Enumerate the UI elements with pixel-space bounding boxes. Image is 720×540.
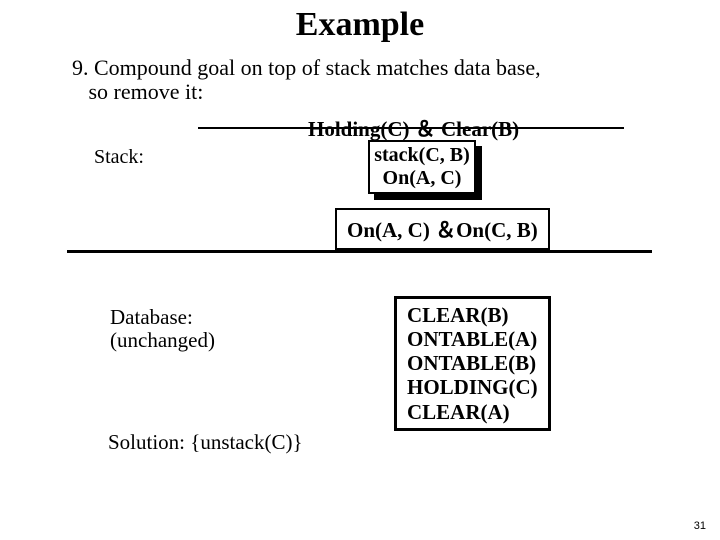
step-number: 9. (72, 55, 89, 80)
database-label: Database: (unchanged) (110, 306, 215, 352)
divider-line (67, 250, 652, 253)
slide: Example 9. Compound goal on top of stack… (0, 0, 720, 540)
stack-box-front: stack(C, B) On(A, C) (368, 140, 476, 194)
bottom-goal: On(A, C) ＆On(C, B) (335, 208, 550, 250)
stack-box-line2: On(A, C) (370, 167, 474, 190)
database-fact: CLEAR(B) (407, 303, 538, 327)
database-label-line2: (unchanged) (110, 328, 215, 352)
strike-line (198, 127, 624, 129)
page-number: 31 (694, 520, 706, 532)
database-label-line1: Database: (110, 305, 193, 329)
database-box: CLEAR(B) ONTABLE(A) ONTABLE(B) HOLDING(C… (394, 296, 551, 431)
database-fact: ONTABLE(B) (407, 351, 538, 375)
slide-title: Example (0, 6, 720, 44)
stack-box: stack(C, B) On(A, C) (368, 140, 476, 194)
solution-label: Solution: {unstack(C)} (108, 430, 303, 455)
step-text-line2: so remove it: (89, 79, 204, 104)
stack-box-line1: stack(C, B) (370, 144, 474, 167)
database-fact: ONTABLE(A) (407, 327, 538, 351)
stack-label: Stack: (94, 146, 144, 169)
step-description: 9. Compound goal on top of stack matches… (72, 56, 632, 104)
step-text-line1: Compound goal on top of stack matches da… (94, 55, 541, 80)
database-fact: CLEAR(A) (407, 400, 538, 424)
database-fact: HOLDING(C) (407, 375, 538, 399)
